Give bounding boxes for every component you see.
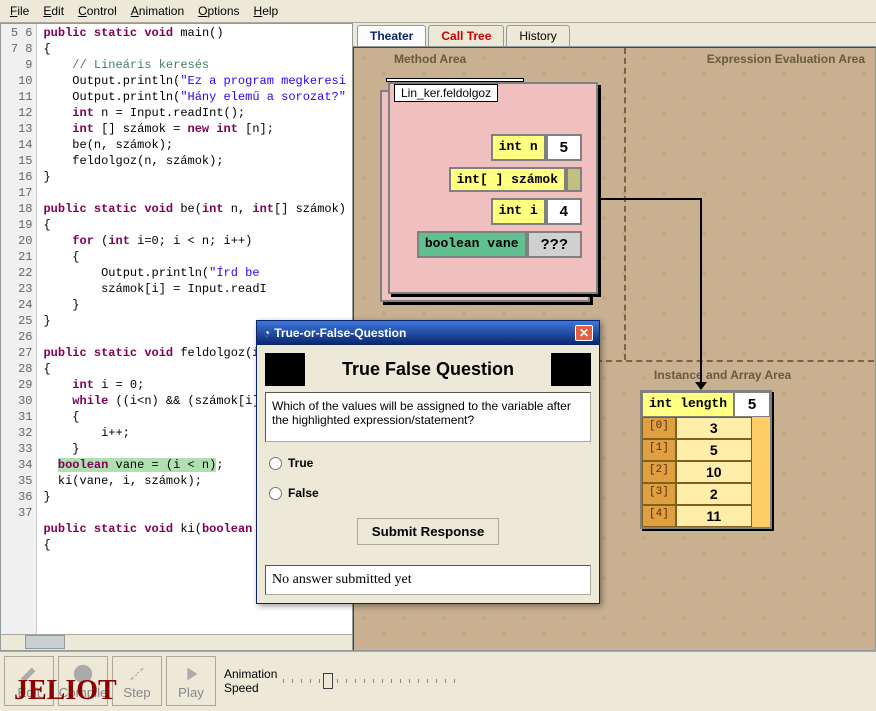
horizontal-scrollbar[interactable] [1,634,352,650]
tab-theater[interactable]: Theater [357,25,426,46]
radio-true[interactable]: True [265,448,591,478]
arrow-down-icon [695,382,707,390]
toolbar: Edit Compile Step Play Animation Speed [0,651,876,710]
tf-dialog: ◔ True-or-False-Question ✕ True False Que… [256,320,600,604]
array-idx: [0] [642,417,676,439]
instance-area-label: Instance and Array Area [654,368,791,382]
var-n: int n 5 [404,134,582,161]
divider-v [624,48,626,360]
expr-area-label: Expression Evaluation Area [707,52,865,66]
play-icon [180,663,202,685]
var-szamok-label: int[ ] számok [449,167,566,192]
speed-control: Animation Speed [224,667,463,695]
var-n-value: 5 [546,134,582,161]
menu-help[interactable]: Help [248,2,285,20]
array-row-2: [2]10 [642,461,770,483]
array-row-1: [1]5 [642,439,770,461]
step-icon [126,663,148,685]
menu-animation[interactable]: Animation [125,2,190,20]
dialog-heading: True False Question [265,353,591,386]
radio-true-label: True [288,456,313,470]
speed-label: Animation [224,667,277,681]
array-cell: 5 [676,439,752,461]
var-vane: boolean vane ??? [404,231,582,258]
var-n-label: int n [491,134,546,161]
array-row-4: [4]11 [642,505,770,527]
line-gutter: 5 6 7 8 9 10 11 12 13 14 15 16 17 18 19 … [1,24,37,634]
method-frame: int n 5 int[ ] számok int i 4 boolean va… [388,82,598,294]
tab-strip: Theater Call Tree History [353,23,876,47]
scrollbar-thumb[interactable] [25,635,65,649]
dialog-status: No answer submitted yet [265,565,591,595]
array-cell: 10 [676,461,752,483]
array-length-label: int length [642,392,734,417]
tab-history[interactable]: History [506,25,569,46]
jeliot-logo: JELIOT [6,675,125,707]
radio-false-label: False [288,486,319,500]
array-cell: 2 [676,483,752,505]
array-idx: [2] [642,461,676,483]
array-row-0: [0]3 [642,417,770,439]
menu-control[interactable]: Control [72,2,123,20]
array-idx: [1] [642,439,676,461]
radio-false-input[interactable] [269,487,282,500]
dialog-title: True-or-False-Question [274,326,406,340]
frame-title-bg [386,78,524,82]
submit-button[interactable]: Submit Response [357,518,500,545]
speed-slider[interactable] [283,671,463,691]
tab-calltree[interactable]: Call Tree [428,25,504,46]
menu-options[interactable]: Options [192,2,245,20]
frame-title: Lin_ker.feldolgoz [394,84,498,102]
wire-h1 [598,198,702,200]
wire-v1 [700,198,702,384]
var-vane-value: ??? [527,231,583,258]
step-button-label: Step [123,685,150,700]
menubar: File Edit Control Animation Options Help [0,0,876,23]
array-length-row: int length 5 [642,392,770,417]
array-idx: [3] [642,483,676,505]
radio-false[interactable]: False [265,478,591,508]
slider-thumb[interactable] [323,673,333,689]
play-button[interactable]: Play [166,656,216,706]
var-i: int i 4 [404,198,582,225]
array-box: int length 5 [0]3 [1]5 [2]10 [3]2 [4]11 [640,390,772,529]
method-area-label: Method Area [394,52,466,66]
var-i-value: 4 [546,198,582,225]
var-vane-label: boolean vane [417,231,527,258]
close-icon[interactable]: ✕ [575,325,593,341]
radio-true-input[interactable] [269,457,282,470]
array-cell: 3 [676,417,752,439]
var-i-label: int i [491,198,546,225]
menu-file[interactable]: File [4,2,35,20]
var-szamok: int[ ] számok [404,167,582,192]
play-button-label: Play [178,685,204,700]
dialog-titlebar[interactable]: ◔ True-or-False-Question ✕ [257,321,599,345]
array-length-value: 5 [734,392,770,417]
menu-edit[interactable]: Edit [37,2,70,20]
array-cell: 11 [676,505,752,527]
dialog-body: True False Question Which of the values … [257,345,599,603]
var-szamok-ref [566,167,582,192]
speed-label2: Speed [224,681,277,695]
dialog-icon: ◔ [263,326,270,340]
array-row-3: [3]2 [642,483,770,505]
dialog-question: Which of the values will be assigned to … [265,392,591,442]
array-idx: [4] [642,505,676,527]
